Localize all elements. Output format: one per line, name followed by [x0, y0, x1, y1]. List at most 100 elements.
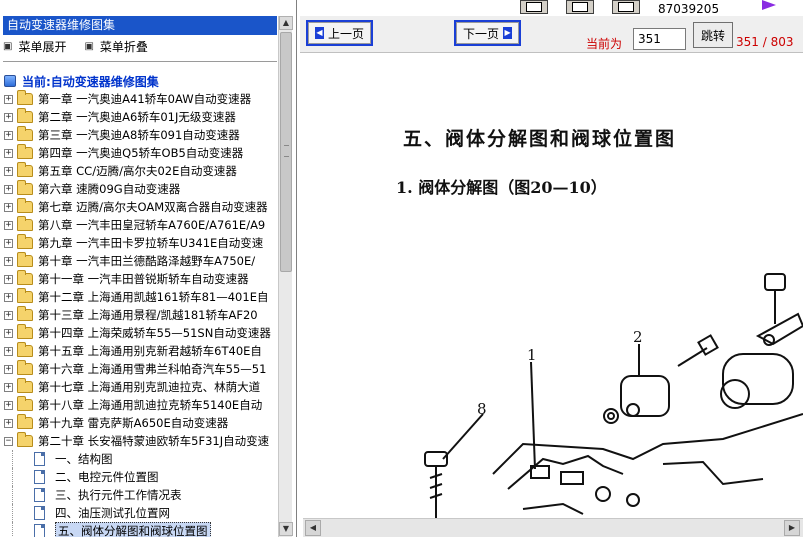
o-ring	[626, 403, 640, 417]
computer-icon	[4, 75, 16, 87]
tree-chapter-item[interactable]: + 第二章 一汽奥迪A6轿车01J无级变速器	[4, 108, 278, 126]
tree-subitem[interactable]: 二、电控元件位置图	[4, 468, 278, 486]
chapter-label: 第八章 一汽丰田皇冠轿车A760E/A761E/A9	[38, 217, 265, 233]
current-location-label: 当前:自动变速器维修图集	[22, 74, 159, 89]
tree-chapter-item[interactable]: + 第十一章 一汽丰田普锐斯轿车自动变速器	[4, 270, 278, 288]
tree-chapter-item[interactable]: + 第八章 一汽丰田皇冠轿车A760E/A761E/A9	[4, 216, 278, 234]
expand-toggle-icon[interactable]: +	[4, 328, 13, 338]
solenoid-right	[722, 353, 794, 405]
tree-chapter-item[interactable]: + 第一章 一汽奥迪A41轿车0AW自动变速器	[4, 90, 278, 108]
tree-chapter-item[interactable]: + 第十四章 上海荣威轿车55—51SN自动变速器	[4, 324, 278, 342]
grip-icon	[284, 145, 289, 157]
document-horizontal-scrollbar[interactable]: ◀ ▶	[303, 518, 803, 537]
expand-toggle-icon[interactable]: +	[4, 274, 13, 284]
expand-toggle-icon[interactable]: +	[4, 400, 13, 410]
scroll-right-icon[interactable]: ▶	[784, 520, 800, 536]
tree-chapter-item[interactable]: + 第十五章 上海通用别克新君越轿车6T40E自	[4, 342, 278, 360]
sidebar-scrollbar[interactable]: ▲ ▼	[278, 16, 293, 537]
current-page-label: 当前为	[586, 37, 623, 51]
sidebar-scroll-thumb[interactable]	[280, 32, 292, 272]
folder-icon	[17, 162, 33, 177]
expand-toggle-icon[interactable]: +	[4, 94, 13, 104]
chapter-title: 上海通用别克凯迪拉克、林荫大道	[87, 380, 261, 394]
tree-chapter-item[interactable]: + 第四章 一汽奥迪Q5轿车OB5自动变速器	[4, 144, 278, 162]
chapter-title: 长安福特蒙迪欧轿车5F31J自动变速	[87, 434, 270, 448]
chapter-label: 第十五章 上海通用别克新君越轿车6T40E自	[38, 343, 262, 359]
chapter-number: 第十章	[38, 254, 73, 268]
toolbar-button-2[interactable]	[566, 0, 594, 14]
expand-toggle-icon[interactable]: +	[4, 418, 13, 428]
chapter-label: 第十一章 一汽丰田普锐斯轿车自动变速器	[38, 271, 249, 287]
expand-toggle-icon[interactable]: +	[4, 256, 13, 266]
expand-toggle-icon[interactable]: +	[4, 130, 13, 140]
expand-toggle-icon[interactable]: +	[4, 148, 13, 158]
expand-toggle-icon[interactable]: +	[4, 202, 13, 212]
menu-expand-button[interactable]: ▣ 菜单展开	[3, 38, 66, 55]
play-triangle-icon[interactable]	[762, 0, 776, 10]
tree-connector	[12, 468, 13, 486]
chapter-number: 第十一章	[38, 272, 84, 286]
chapter-number: 第十六章	[38, 362, 84, 376]
expand-toggle-icon[interactable]: +	[4, 220, 13, 230]
tree-chapter-item[interactable]: + 第十二章 上海通用凯越161轿车81—401E自	[4, 288, 278, 306]
jump-button[interactable]: 跳转	[693, 22, 733, 48]
tree-chapter-item[interactable]: + 第十六章 上海通用雪弗兰科帕奇汽车55—51	[4, 360, 278, 378]
chapter-title: 一汽奥迪A41轿车0AW自动变速器	[76, 92, 252, 106]
menu-collapse-label: 菜单折叠	[99, 39, 148, 54]
expand-toggle-icon[interactable]: +	[4, 346, 13, 356]
chapter-label: 第十章 一汽丰田兰德酷路泽越野车A750E/	[38, 253, 255, 269]
expand-toggle-icon[interactable]: +	[4, 112, 13, 122]
chapter-title: 一汽丰田皇冠轿车A760E/A761E/A9	[76, 218, 266, 232]
tree-subitem[interactable]: 四、油压测试孔位置网	[4, 504, 278, 522]
scroll-up-icon[interactable]: ▲	[279, 16, 293, 30]
tree-chapter-item[interactable]: + 第七章 迈腾/高尔夫OAM双离合器自动变速器	[4, 198, 278, 216]
menu-expand-label: 菜单展开	[18, 39, 67, 54]
tree-chapter-item[interactable]: + 第十八章 上海通用凯迪拉克轿车5140E自动	[4, 396, 278, 414]
sidebar-title: 自动变速器维修图集	[3, 16, 277, 35]
tree-chapter-item[interactable]: + 第六章 速腾09G自动变速器	[4, 180, 278, 198]
menu-collapse-button[interactable]: ▣ 菜单折叠	[84, 38, 147, 55]
scroll-down-icon[interactable]: ▼	[279, 522, 293, 536]
menu-collapse-icon: ▣	[84, 40, 94, 52]
expand-toggle-icon[interactable]: +	[4, 364, 13, 374]
next-page-button[interactable]: 下一页 ▶	[454, 20, 522, 46]
expand-toggle-icon[interactable]: +	[4, 238, 13, 248]
expand-toggle-icon[interactable]: +	[4, 382, 13, 392]
scroll-left-icon[interactable]: ◀	[305, 520, 321, 536]
chapter-label: 第十六章 上海通用雪弗兰科帕奇汽车55—51	[38, 361, 266, 377]
chapter-label: 第一章 一汽奥迪A41轿车0AW自动变速器	[38, 91, 251, 107]
expand-toggle-icon[interactable]: +	[4, 184, 13, 194]
tree-chapter-item[interactable]: − 第二十章 长安福特蒙迪欧轿车5F31J自动变速	[4, 432, 278, 450]
tree-chapter-item[interactable]: + 第九章 一汽丰田卡罗拉轿车U341E自动变速	[4, 234, 278, 252]
chapter-label: 第十二章 上海通用凯越161轿车81—401E自	[38, 289, 268, 305]
tree-subitem[interactable]: 三、执行元件工作情况表	[4, 486, 278, 504]
prev-page-label: 上一页	[328, 26, 365, 41]
tree-chapter-item[interactable]: + 第十三章 上海通用景程/凯越181轿车AF20	[4, 306, 278, 324]
tree-chapter-item[interactable]: + 第三章 一汽奥迪A8轿车091自动变速器	[4, 126, 278, 144]
expand-toggle-icon[interactable]: +	[4, 166, 13, 176]
tree-subitem[interactable]: 五、阀体分解图和阀球位置图	[4, 522, 278, 537]
chapter-label: 第五章 CC/迈腾/高尔夫02E自动变速器	[38, 163, 237, 179]
tree-chapter-item[interactable]: + 第十章 一汽丰田兰德酷路泽越野车A750E/	[4, 252, 278, 270]
chapter-label: 第六章 速腾09G自动变速器	[38, 181, 180, 197]
prev-page-button[interactable]: ◀ 上一页	[306, 20, 374, 46]
folder-icon	[17, 252, 33, 267]
toolbar-button-1[interactable]	[520, 0, 548, 14]
document-subheading: 1. 阀体分解图（图20—10）	[396, 178, 607, 197]
chapter-label: 第十七章 上海通用别克凯迪拉克、林荫大道	[38, 379, 260, 395]
page-number-input[interactable]	[633, 28, 686, 50]
tree-subitem[interactable]: 一、结构图	[4, 450, 278, 468]
folder-icon	[17, 198, 33, 213]
tree-chapter-item[interactable]: + 第十九章 雷克萨斯A650E自动变速器	[4, 414, 278, 432]
chapter-title: 上海荣威轿车55—51SN自动变速器	[87, 326, 271, 340]
document-icon	[34, 470, 45, 484]
expand-toggle-icon[interactable]: +	[4, 292, 13, 302]
collapse-toggle-icon[interactable]: −	[4, 436, 13, 446]
current-location[interactable]: 当前:自动变速器维修图集	[4, 72, 276, 90]
expand-toggle-icon[interactable]: +	[4, 310, 13, 320]
toolbar-button-3[interactable]	[612, 0, 640, 14]
valve-hole	[595, 486, 611, 502]
tree-chapter-item[interactable]: + 第五章 CC/迈腾/高尔夫02E自动变速器	[4, 162, 278, 180]
tree-chapter-item[interactable]: + 第十七章 上海通用别克凯迪拉克、林荫大道	[4, 378, 278, 396]
folder-icon	[17, 216, 33, 231]
